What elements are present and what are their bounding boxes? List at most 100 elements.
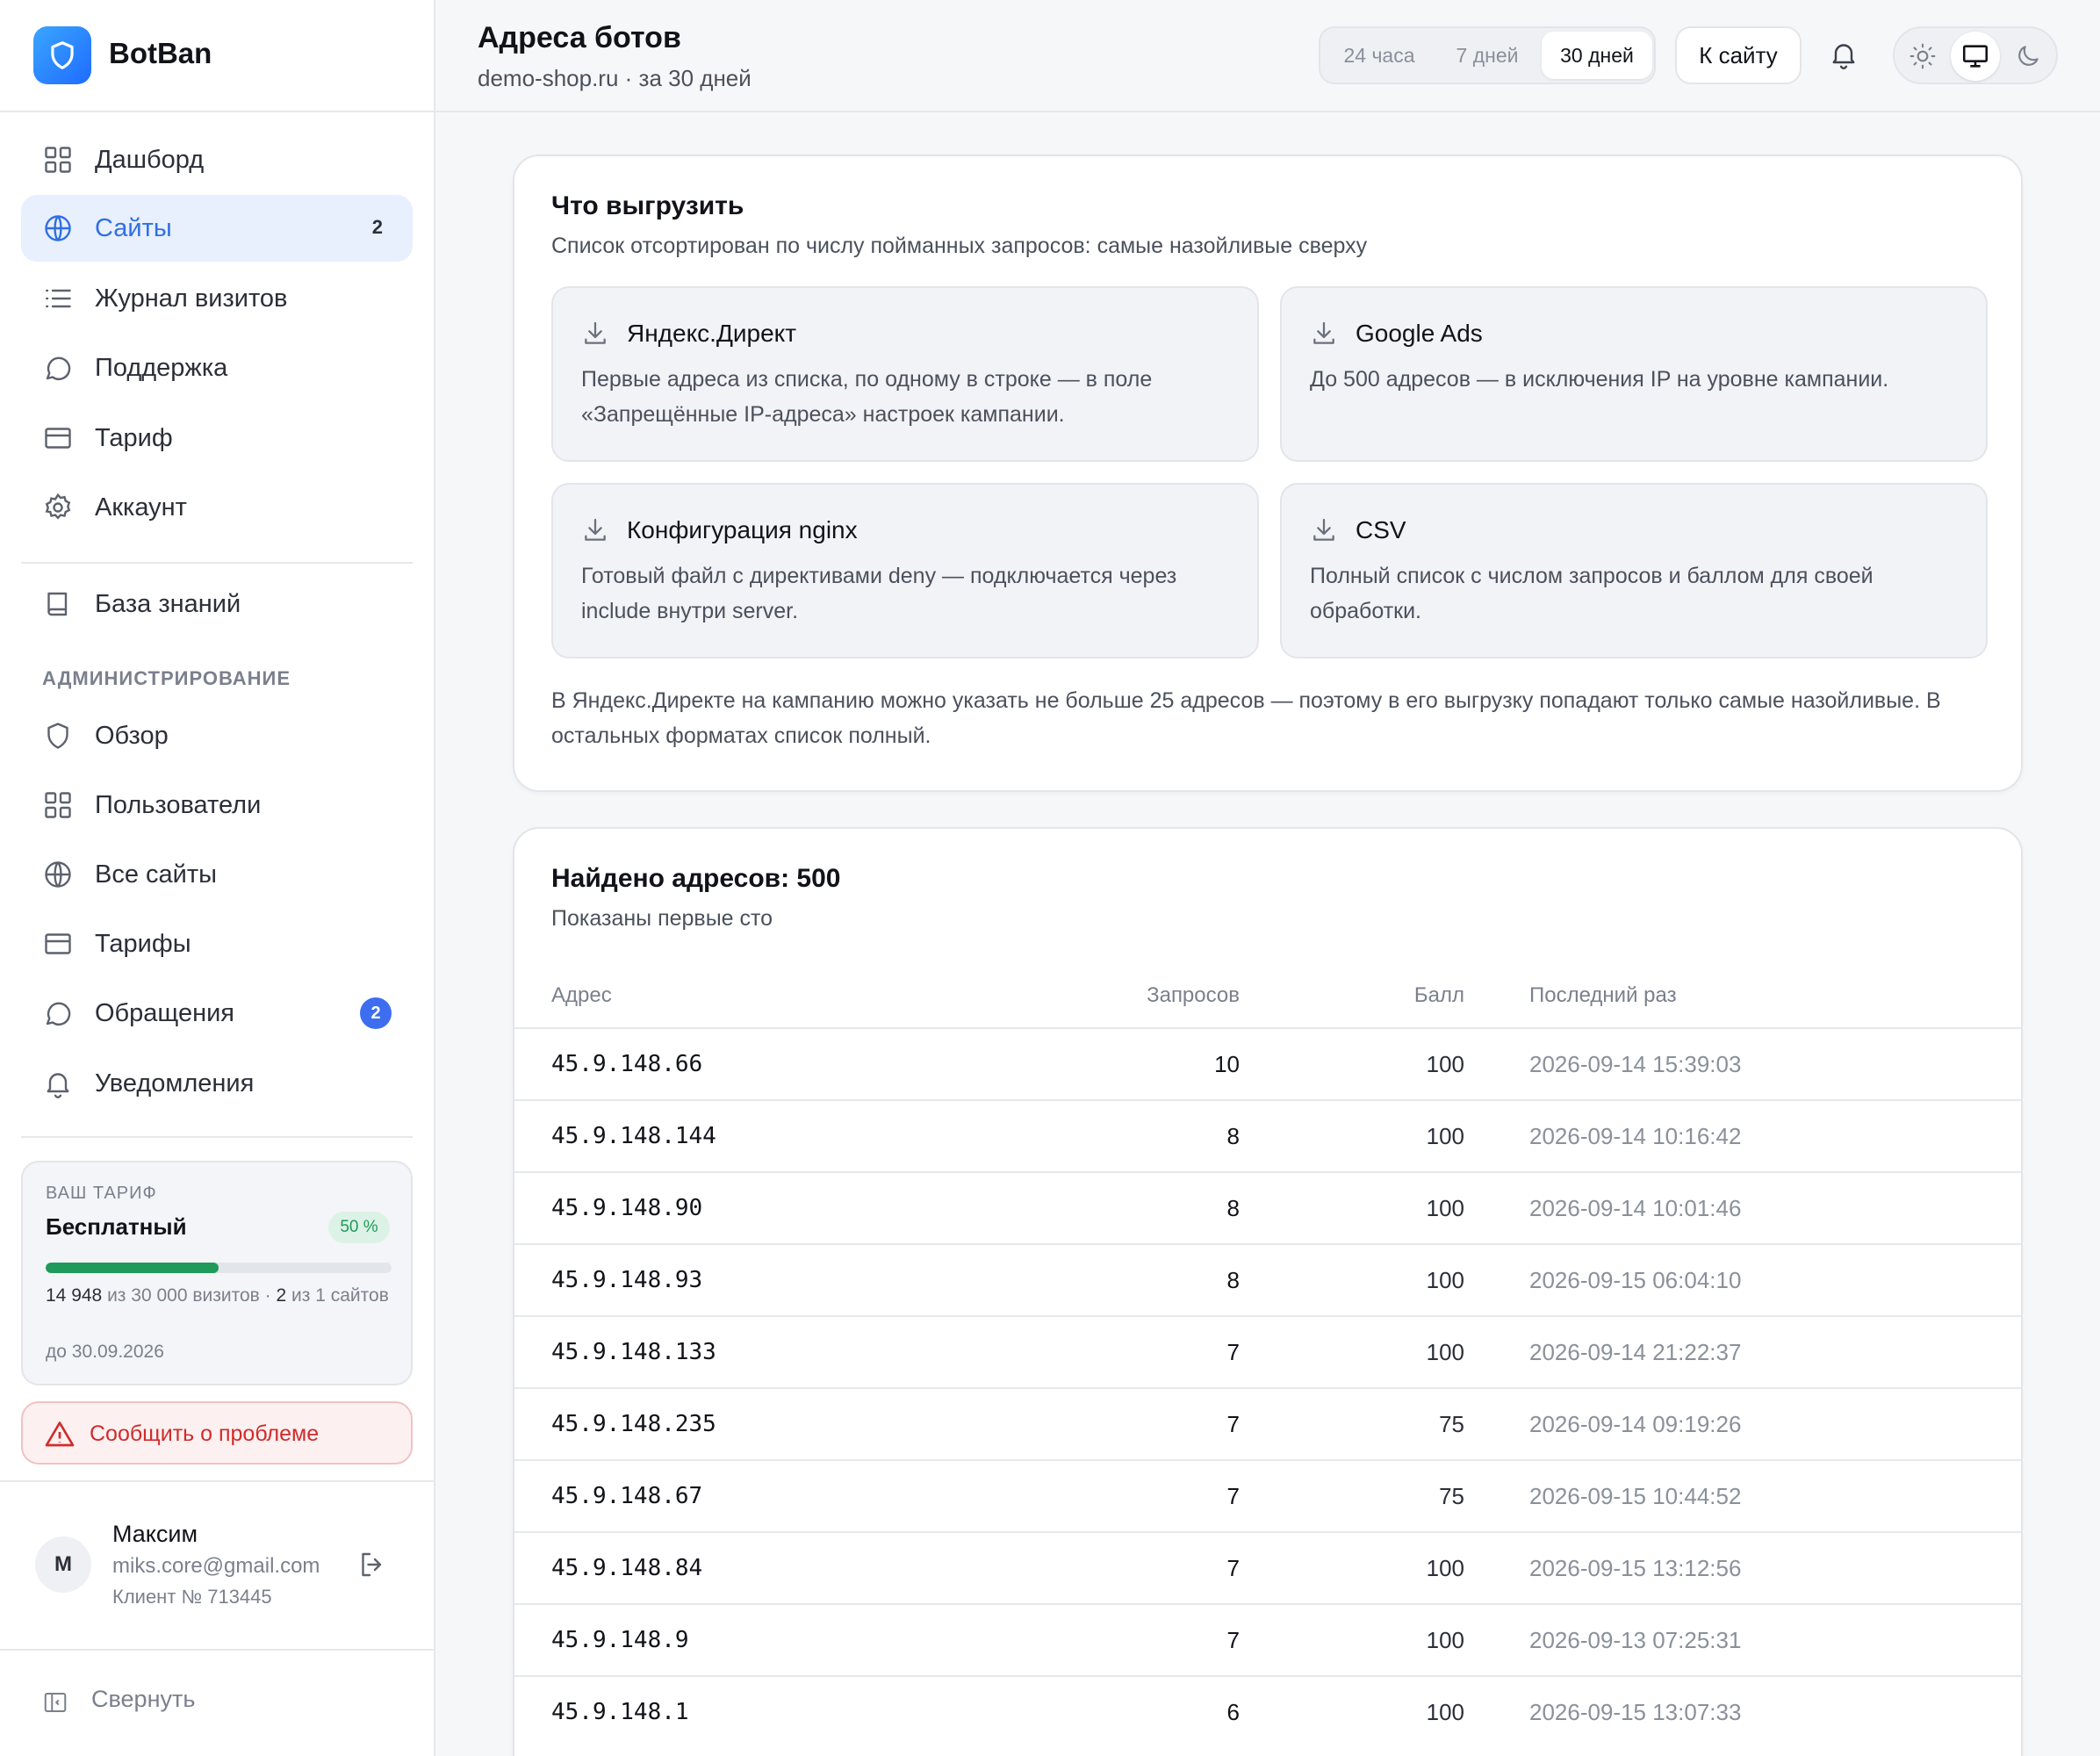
sidebar-item-all-sites[interactable]: Все сайты — [21, 841, 413, 908]
column-header-last-seen[interactable]: Последний раз — [1529, 983, 1677, 1008]
plan-card: ВАШ ТАРИФ Бесплатный 50 % 14 948 из 30 0… — [21, 1161, 413, 1385]
sidebar-item-visit-log[interactable]: Журнал визитов — [21, 265, 413, 332]
tickets-badge: 2 — [360, 997, 392, 1029]
table-row[interactable]: 45.9.148.235 7 75 2026-09-14 09:19:26 — [514, 1387, 2021, 1459]
sidebar-item-sites[interactable]: Сайты 2 — [21, 195, 413, 262]
sites-used: 2 — [276, 1285, 287, 1306]
column-header-address[interactable]: Адрес — [551, 983, 612, 1008]
export-option-desc: Готовый файл с директивами deny — подклю… — [581, 564, 1177, 623]
sidebar-item-label: Уведомления — [95, 1069, 255, 1098]
column-header-requests[interactable]: Запросов — [1147, 983, 1240, 1008]
range-30d[interactable]: 30 дней — [1542, 32, 1652, 79]
visits-total: из 30 000 визитов · — [107, 1285, 271, 1306]
sidebar-item-account[interactable]: Аккаунт — [21, 474, 413, 541]
ip-address: 45.9.148.67 — [551, 1483, 703, 1509]
sidebar-item-label: Тариф — [95, 424, 173, 452]
card-icon — [45, 933, 71, 954]
export-card: Что выгрузить Список отсортирован по чис… — [513, 155, 2023, 792]
addresses-subtitle: Показаны первые сто — [551, 906, 773, 931]
request-count: 8 — [1226, 1267, 1240, 1293]
request-count: 7 — [1226, 1555, 1240, 1581]
plan-usage: 14 948 из 30 000 визитов · 2 из 1 сайтов — [46, 1282, 397, 1309]
go-to-site-button[interactable]: К сайту — [1675, 26, 1802, 84]
sidebar-item-support[interactable]: Поддержка — [21, 335, 413, 401]
export-option-desc: Первые адреса из списка, по одному в стр… — [581, 367, 1153, 427]
export-csv[interactable]: CSV Полный список с числом запросов и ба… — [1280, 483, 1988, 658]
page-subtitle: demo-shop.ru · за 30 дней — [478, 65, 752, 91]
theme-system-button[interactable] — [1951, 32, 2000, 81]
export-note: В Яндекс.Директе на кампанию можно указа… — [551, 688, 1941, 748]
sidebar-item-tariffs[interactable]: Тарифы — [21, 910, 413, 977]
theme-dark-button[interactable] — [2003, 32, 2053, 81]
table-row[interactable]: 45.9.148.84 7 100 2026-09-15 13:12:56 — [514, 1531, 2021, 1603]
theme-switcher — [1893, 26, 2058, 84]
table-row[interactable]: 45.9.148.133 7 100 2026-09-14 21:22:37 — [514, 1315, 2021, 1387]
last-seen: 2026-09-14 09:19:26 — [1529, 1411, 1742, 1437]
sidebar-item-dashboard[interactable]: Дашборд — [21, 126, 413, 193]
download-icon — [1313, 518, 1334, 541]
table-row[interactable]: 45.9.148.66 10 100 2026-09-14 15:39:03 — [514, 1027, 2021, 1099]
globe-icon — [45, 861, 71, 888]
sidebar-item-label: Журнал визитов — [95, 284, 288, 313]
period-selector: 24 часа 7 дней 30 дней — [1319, 26, 1656, 84]
request-count: 7 — [1226, 1339, 1240, 1365]
download-icon — [1313, 321, 1334, 344]
last-seen: 2026-09-15 13:07:33 — [1529, 1699, 1742, 1725]
collapse-sidebar-button[interactable]: Свернуть — [0, 1649, 434, 1756]
ip-address: 45.9.148.93 — [551, 1267, 703, 1293]
report-problem-button[interactable]: Сообщить о проблеме — [21, 1401, 413, 1465]
plan-until: до 30.09.2026 — [46, 1342, 164, 1362]
sidebar-item-label: Аккаунт — [95, 493, 187, 522]
export-option-title: Яндекс.Директ — [627, 320, 797, 347]
divider — [21, 562, 413, 564]
last-seen: 2026-09-15 10:44:52 — [1529, 1483, 1742, 1509]
sidebar-item-notifications[interactable]: Уведомления — [21, 1050, 413, 1117]
divider — [21, 1136, 413, 1138]
score: 100 — [1426, 1699, 1464, 1725]
sidebar-item-label: Обзор — [95, 722, 169, 750]
export-google-ads[interactable]: Google Ads До 500 адресов — в исключения… — [1280, 286, 1988, 462]
bell-icon — [47, 1073, 69, 1098]
sidebar-item-overview[interactable]: Обзор — [21, 702, 413, 769]
last-seen: 2026-09-14 10:01:46 — [1529, 1195, 1742, 1221]
table-row[interactable]: 45.9.148.90 8 100 2026-09-14 10:01:46 — [514, 1171, 2021, 1243]
sidebar-item-tariff[interactable]: Тариф — [21, 405, 413, 471]
table-row[interactable]: 45.9.148.67 7 75 2026-09-15 10:44:52 — [514, 1459, 2021, 1531]
brand: BotBan — [0, 0, 434, 112]
sidebar-item-label: Все сайты — [95, 860, 217, 889]
bell-icon[interactable] — [1828, 39, 1859, 70]
last-seen: 2026-09-14 10:16:42 — [1529, 1123, 1742, 1149]
monitor-icon — [1962, 45, 1989, 68]
user-name: Максим — [112, 1521, 198, 1547]
range-24h[interactable]: 24 часа — [1324, 32, 1435, 79]
list-icon — [46, 289, 71, 308]
export-nginx-config[interactable]: Конфигурация nginx Готовый файл с директ… — [551, 483, 1259, 658]
export-option-desc: Полный список с числом запросов и баллом… — [1310, 564, 1873, 623]
shield-icon[interactable] — [33, 26, 91, 84]
grid-icon — [45, 147, 71, 173]
sites-count: 2 — [371, 216, 383, 238]
ip-address: 45.9.148.66 — [551, 1051, 703, 1077]
avatar[interactable]: M — [35, 1536, 91, 1593]
plan-progress-fill — [46, 1263, 219, 1273]
export-yandex-direct[interactable]: Яндекс.Директ Первые адреса из списка, п… — [551, 286, 1259, 462]
column-header-score[interactable]: Балл — [1414, 983, 1464, 1008]
sidebar-item-tickets[interactable]: Обращения 2 — [21, 980, 413, 1047]
table-row[interactable]: 45.9.148.9 7 100 2026-09-13 07:25:31 — [514, 1603, 2021, 1675]
range-7d[interactable]: 7 дней — [1435, 32, 1540, 79]
sidebar-item-label: Сайты — [95, 214, 172, 242]
table-row[interactable]: 45.9.148.1 6 100 2026-09-15 13:07:33 — [514, 1675, 2021, 1747]
table-row[interactable]: 45.9.148.93 8 100 2026-09-15 06:04:10 — [514, 1243, 2021, 1315]
addresses-card: Найдено адресов: 500 Показаны первые сто… — [513, 827, 2023, 1756]
ip-address: 45.9.148.235 — [551, 1411, 716, 1437]
score: 100 — [1426, 1195, 1464, 1221]
export-option-title: Конфигурация nginx — [627, 516, 858, 543]
logout-icon[interactable] — [356, 1549, 388, 1580]
table-row[interactable]: 45.9.148.144 8 100 2026-09-14 10:16:42 — [514, 1099, 2021, 1171]
plan-kicker: ВАШ ТАРИФ — [46, 1184, 157, 1203]
theme-light-button[interactable] — [1898, 32, 1947, 81]
admin-section-title: АДМИНИСТРИРОВАНИЕ — [42, 667, 291, 689]
sidebar-item-knowledge-base[interactable]: База знаний — [21, 571, 413, 637]
user-email: miks.core@gmail.com — [112, 1554, 320, 1578]
sidebar-item-users[interactable]: Пользователи — [21, 772, 413, 838]
